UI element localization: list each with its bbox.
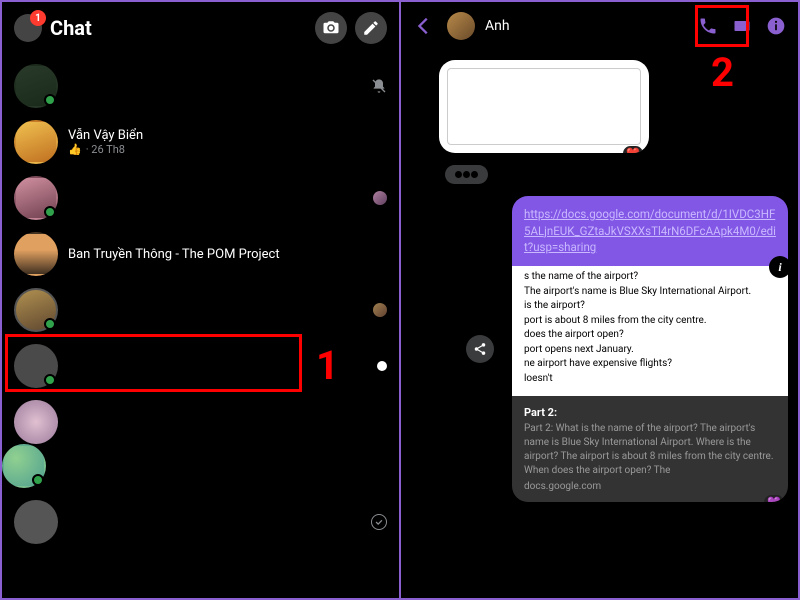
camera-icon [322,19,340,37]
avatar [14,120,58,164]
message-bubble: https://docs.google.com/document/d/1IVDC… [512,196,788,266]
video-icon [732,16,752,36]
chat-header: 1 Chat [2,2,399,54]
share-icon [473,342,487,356]
conversation-body: ❤️ https://docs.google.com/document/d/1I… [401,50,798,512]
chat-item[interactable] [2,58,399,114]
presence-dot [44,374,56,386]
purple-heart-reaction[interactable]: 💜 [764,495,784,502]
seen-indicator [373,191,387,205]
avatar [14,288,58,332]
outgoing-message: https://docs.google.com/document/d/1IVDC… [411,196,788,502]
link-url[interactable]: https://docs.google.com/document/d/1IVDC… [524,207,776,254]
link-preview-card[interactable]: https://docs.google.com/document/d/1IVDC… [512,196,788,502]
share-button[interactable] [466,335,494,363]
avatar [14,500,58,544]
voice-call-button[interactable] [698,16,718,36]
avatar [14,232,58,276]
chat-subtitle: 👍 · 26 Th8 [68,143,387,156]
heart-reaction[interactable]: ❤️ [623,146,643,153]
presence-dot [32,474,44,486]
page-title: Chat [50,16,307,40]
link-preview-text: s the name of the airport? The airport's… [512,266,788,396]
user-avatar[interactable]: 1 [14,14,42,42]
message-image[interactable]: ❤️ [439,60,649,153]
info-button[interactable] [766,16,786,36]
avatar [14,176,58,220]
chat-list: Vẫn Vậy Biển 👍 · 26 Th8 Ban Truyền Thông… [2,54,399,554]
avatar [14,344,58,388]
thumb-icon: 👍 [68,143,82,156]
seen-indicator [373,303,387,317]
pencil-icon [362,19,380,37]
chat-item[interactable]: Vẫn Vậy Biển 👍 · 26 Th8 [2,114,399,170]
presence-dot [44,94,56,106]
chat-list-panel: 1 Chat Vẫn Vậy Biển 👍 · 26 Th8 [2,2,401,598]
link-description: Part 2: What is the name of the airport?… [524,422,776,478]
unread-dot [377,361,387,371]
contact-avatar[interactable] [447,12,475,40]
avatar [14,64,58,108]
presence-dot [44,318,56,330]
info-badge-icon[interactable]: i [769,256,788,278]
incoming-message [411,157,788,192]
conversation-header: Anh [401,2,798,50]
chat-item[interactable]: Ban Truyền Thông - The POM Project [2,226,399,282]
compose-button[interactable] [355,12,387,44]
avatar [2,444,46,488]
video-call-button[interactable] [732,16,752,36]
typing-indicator [445,165,488,184]
chat-name: Vẫn Vậy Biển [68,128,387,143]
info-icon [766,16,786,36]
chat-item[interactable] [2,170,399,226]
chat-item[interactable] [2,338,399,394]
link-title: Part 2: [524,406,776,419]
conversation-panel: Anh ❤️ [401,2,798,598]
incoming-message[interactable]: ❤️ [439,60,788,153]
link-preview-footer: Part 2: Part 2: What is the name of the … [512,396,788,502]
camera-button[interactable] [315,12,347,44]
mute-icon [371,78,387,94]
chat-item[interactable] [2,282,399,338]
phone-icon [698,16,718,36]
contact-name[interactable]: Anh [485,18,688,34]
chat-name: Ban Truyền Thông - The POM Project [68,247,387,262]
delivered-check-icon [371,514,387,530]
back-button[interactable] [413,15,437,37]
link-domain: docs.google.com [524,481,776,492]
back-arrow-icon [413,15,435,37]
chat-item[interactable] [2,438,399,494]
presence-dot [44,206,56,218]
chat-item[interactable] [2,494,399,550]
notification-badge: 1 [30,10,46,26]
